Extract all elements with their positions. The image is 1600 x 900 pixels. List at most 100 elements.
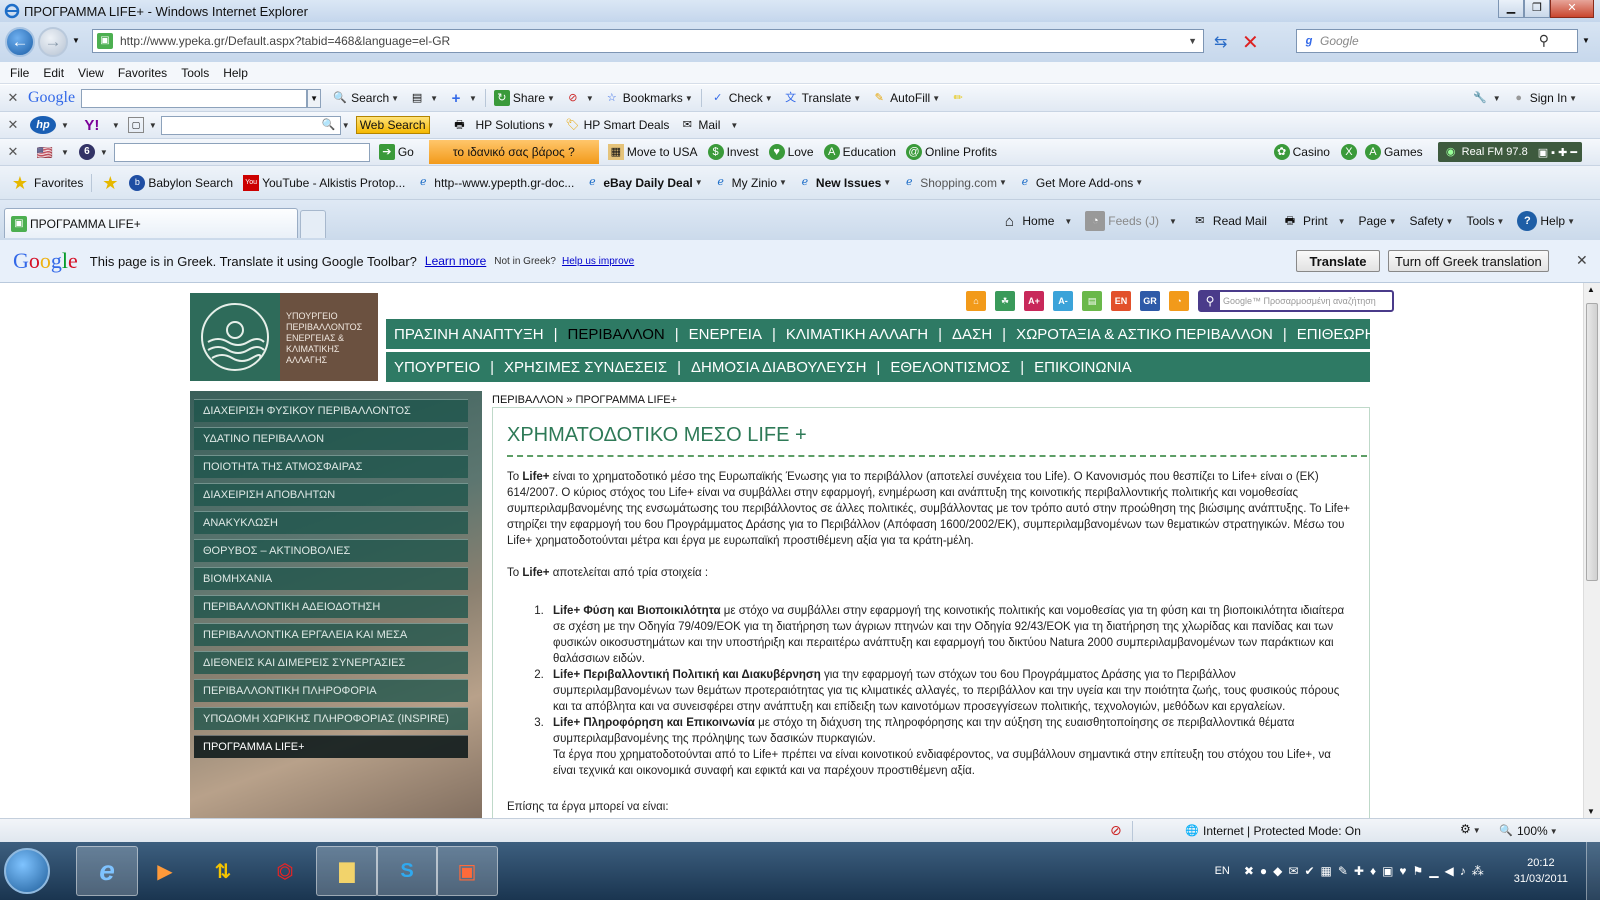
sidebar-item-air-quality[interactable]: ΠΟΙΟΤΗΤΑ ΤΗΣ ΑΤΜΟΣΦΑΙΡΑΣ [194, 455, 468, 478]
close-window-button[interactable]: ✕ [1550, 0, 1594, 18]
games-button[interactable]: A Games [1360, 141, 1428, 163]
invest-button[interactable]: $ Invest [703, 141, 764, 163]
sign-in-button[interactable]: ● Sign In ▼ [1506, 87, 1582, 109]
favorites-button[interactable]: ★ Favorites [4, 172, 88, 194]
share-button[interactable]: ↻ Share ▼ [489, 87, 560, 109]
google-search-button[interactable]: 🔍 Search ▼ [327, 87, 404, 109]
font-decrease-icon[interactable]: A- [1053, 291, 1073, 311]
menu-help[interactable]: Help [216, 66, 255, 80]
sidebar-item-tools[interactable]: ΠΕΡΙΒΑΛΛΟΝΤΙΚΑ ΕΡΓΑΛΕΙΑ ΚΑΙ ΜΕΣΑ [194, 623, 468, 646]
taskbar-explorer[interactable]: ▇ [316, 846, 378, 896]
popup-blocker-button[interactable]: ⊘ ▼ [560, 87, 599, 109]
google-toolbar-search-input[interactable] [81, 88, 308, 108]
us-flag-icon[interactable]: 🇺🇸 [34, 144, 56, 160]
translate-page-button[interactable]: Translate [1296, 250, 1380, 272]
zoom-level[interactable]: 🔍 100% ▼ [1498, 823, 1557, 839]
online-profits-button[interactable]: @ Online Profits [901, 141, 1002, 163]
menu-edit[interactable]: Edit [36, 66, 71, 80]
move-to-usa-button[interactable]: ▦ Move to USA [603, 141, 703, 163]
safety-menu-button[interactable]: Safety ▼ [1405, 210, 1459, 232]
nav-environment[interactable]: ΠΕΡΙΒΑΛΛΟΝ [568, 326, 665, 343]
close-infobar-icon[interactable]: ✕ [1576, 252, 1588, 269]
page-menu-button[interactable]: Page ▼ [1354, 210, 1402, 232]
sidebar-item-water[interactable]: ΥΔΑΤΙΝΟ ΠΕΡΙΒΑΛΛΟΝ [194, 427, 468, 450]
security-zone[interactable]: 🌐 Internet | Protected Mode: On [1184, 823, 1361, 839]
addon-search-input[interactable] [113, 142, 370, 162]
print-button[interactable]: 🖶 Print ▼ [1275, 210, 1351, 232]
menu-tools[interactable]: Tools [174, 66, 216, 80]
new-tab-button[interactable] [300, 210, 326, 238]
menu-file[interactable]: File [0, 66, 36, 80]
protected-mode-icon[interactable]: ⚙ ▼ [1460, 822, 1481, 836]
hp-smart-deals-button[interactable]: 🏷 HP Smart Deals [560, 114, 675, 136]
scrollbar-thumb[interactable] [1586, 303, 1598, 581]
nav-public-consultation[interactable]: ΔΗΜΟΣΙΑ ΔΙΑΒΟΥΛΕΥΣΗ [691, 359, 866, 376]
fav-addons[interactable]: ℯ Get More Add-ons ▼ [1012, 172, 1148, 194]
sidebar-item-natural-environment[interactable]: ΔΙΑΧΕΙΡΙΣΗ ΦΥΣΙΚΟΥ ΠΕΡΙΒΑΛΛΟΝΤΟΣ [194, 399, 468, 422]
nav-useful-links[interactable]: ΧΡΗΣΙΜΕΣ ΣΥΝΔΕΣΕΙΣ [504, 359, 667, 376]
scroll-down-icon[interactable]: ▼ [1587, 807, 1595, 816]
system-clock[interactable]: 20:12 31/03/2011 [1496, 855, 1586, 887]
input-language[interactable]: EN [1215, 865, 1230, 877]
yahoo-logo-icon[interactable]: Y! [77, 117, 107, 133]
close-toolbar-icon[interactable]: ✕ [4, 90, 22, 106]
radio-widget[interactable]: ◉ Real FM 97.8 ▣ ▪ ✚ ━ [1437, 142, 1582, 162]
browser-search-field[interactable]: g Google ⚲ [1296, 29, 1578, 53]
close-addon-toolbar-icon[interactable]: ✕ [4, 144, 22, 160]
casino-button[interactable]: ✿ Casino [1269, 141, 1335, 163]
hp-solutions-button[interactable]: 🖶 HP Solutions ▼ [442, 114, 560, 136]
mail-button[interactable]: ✉ Mail ▼ [674, 114, 743, 136]
autofill-button[interactable]: ✎ AutoFill ▼ [866, 87, 945, 109]
love-button[interactable]: ♥ Love [764, 141, 819, 163]
forward-button[interactable]: → [38, 27, 68, 57]
nav-climate-change[interactable]: ΚΛΙΜΑΤΙΚΗ ΑΛΛΑΓΗ [786, 326, 928, 343]
fav-ypepth[interactable]: ℯ http--www.ypepth.gr-doc... [410, 172, 579, 194]
web-search-button[interactable]: Web Search [355, 116, 430, 134]
nav-energy[interactable]: ΕΝΕΡΓΕΙΑ [689, 326, 762, 343]
site-search-field[interactable]: ⚲ Google™ Προσαρμοσμένη αναζήτηση [1198, 290, 1394, 312]
address-dropdown-icon[interactable]: ▼ [1188, 36, 1197, 46]
help-improve-link[interactable]: Help us improve [562, 256, 634, 267]
add-favorite-icon[interactable]: ★ [99, 174, 121, 192]
six-logo-icon[interactable]: 6 [78, 144, 95, 160]
plus-button[interactable]: + ▼ [443, 87, 482, 109]
minimize-button[interactable]: ▁ [1498, 0, 1524, 18]
menu-favorites[interactable]: Favorites [111, 66, 174, 80]
history-dropdown-icon[interactable]: ▼ [72, 36, 80, 45]
refresh-icon[interactable]: ⇆ [1214, 32, 1227, 52]
font-increase-icon[interactable]: A+ [1024, 291, 1044, 311]
site-home-icon[interactable]: ⌂ [966, 291, 986, 311]
greek-lang-icon[interactable]: GR [1140, 291, 1160, 311]
page-scrollbar[interactable]: ▲ ▼ [1583, 283, 1600, 818]
sidebar-item-inspire[interactable]: ΥΠΟΔΟΜΗ ΧΩΡΙΚΗΣ ΠΛΗΡΟΦΟΡΙΑΣ (INSPIRE) [194, 707, 468, 730]
hp-logo-icon[interactable]: hp [30, 116, 56, 134]
page-rank-button[interactable]: ▤ ▼ [404, 87, 443, 109]
tray-icons[interactable]: ✖●◆✉✔▦✎✚♦▣♥⚑▁◀♪⁂ [1244, 864, 1490, 878]
learn-more-link[interactable]: Learn more [425, 254, 486, 268]
start-button[interactable] [4, 848, 50, 894]
help-menu-button[interactable]: ? Help ▼ [1512, 210, 1580, 232]
fav-shopping[interactable]: ℯ Shopping.com ▼ [896, 172, 1012, 194]
sidebar-item-life-program[interactable]: ΠΡΟΓΡΑΜΜΑ LIFE+ [194, 735, 468, 758]
spellcheck-button[interactable]: ✓ Check ▼ [705, 87, 778, 109]
popup-blocked-icon[interactable]: ⊘ [1110, 822, 1122, 839]
fav-youtube[interactable]: You YouTube - Alkistis Protop... [238, 172, 410, 194]
translate-button[interactable]: 文 Translate ▼ [778, 87, 867, 109]
sidebar-item-licensing[interactable]: ΠΕΡΙΒΑΛΛΟΝΤΙΚΗ ΑΔΕΙΟΔΟΤΗΣΗ [194, 595, 468, 618]
taskbar-skype[interactable]: S [376, 846, 438, 896]
hp-search-magnifier-icon[interactable]: 🔍 [321, 117, 337, 133]
fav-new-issues[interactable]: ℯ New Issues ▼ [792, 172, 896, 194]
turn-off-translation-button[interactable]: Turn off Greek translation [1388, 250, 1549, 272]
sidebar-item-waste[interactable]: ΔΙΑΧΕΙΡΙΣΗ ΑΠΟΒΛΗΤΩΝ [194, 483, 468, 506]
taskbar-media-player[interactable]: ▶ [134, 846, 196, 896]
tools-menu-button[interactable]: Tools ▼ [1461, 210, 1509, 232]
sidebar-item-cooperation[interactable]: ΔΙΕΘΝΕΙΣ ΚΑΙ ΔΙΜΕΡΕΙΣ ΣΥΝΕΡΓΑΣΙΕΣ [194, 651, 468, 674]
taskbar-acrobat[interactable]: ⏣ [254, 846, 316, 896]
x-games-icon[interactable]: X [1340, 144, 1357, 160]
promo-button[interactable]: το ιδανικό σας βάρος ? [428, 140, 599, 164]
search-dropdown-icon[interactable]: ▼ [1582, 36, 1590, 45]
go-button[interactable]: ➔ Go [374, 141, 419, 163]
scroll-up-icon[interactable]: ▲ [1587, 285, 1595, 294]
sidebar-item-industry[interactable]: ΒΙΟΜΗΧΑΝΙΑ [194, 567, 468, 590]
hp-search-input[interactable] [160, 115, 341, 135]
